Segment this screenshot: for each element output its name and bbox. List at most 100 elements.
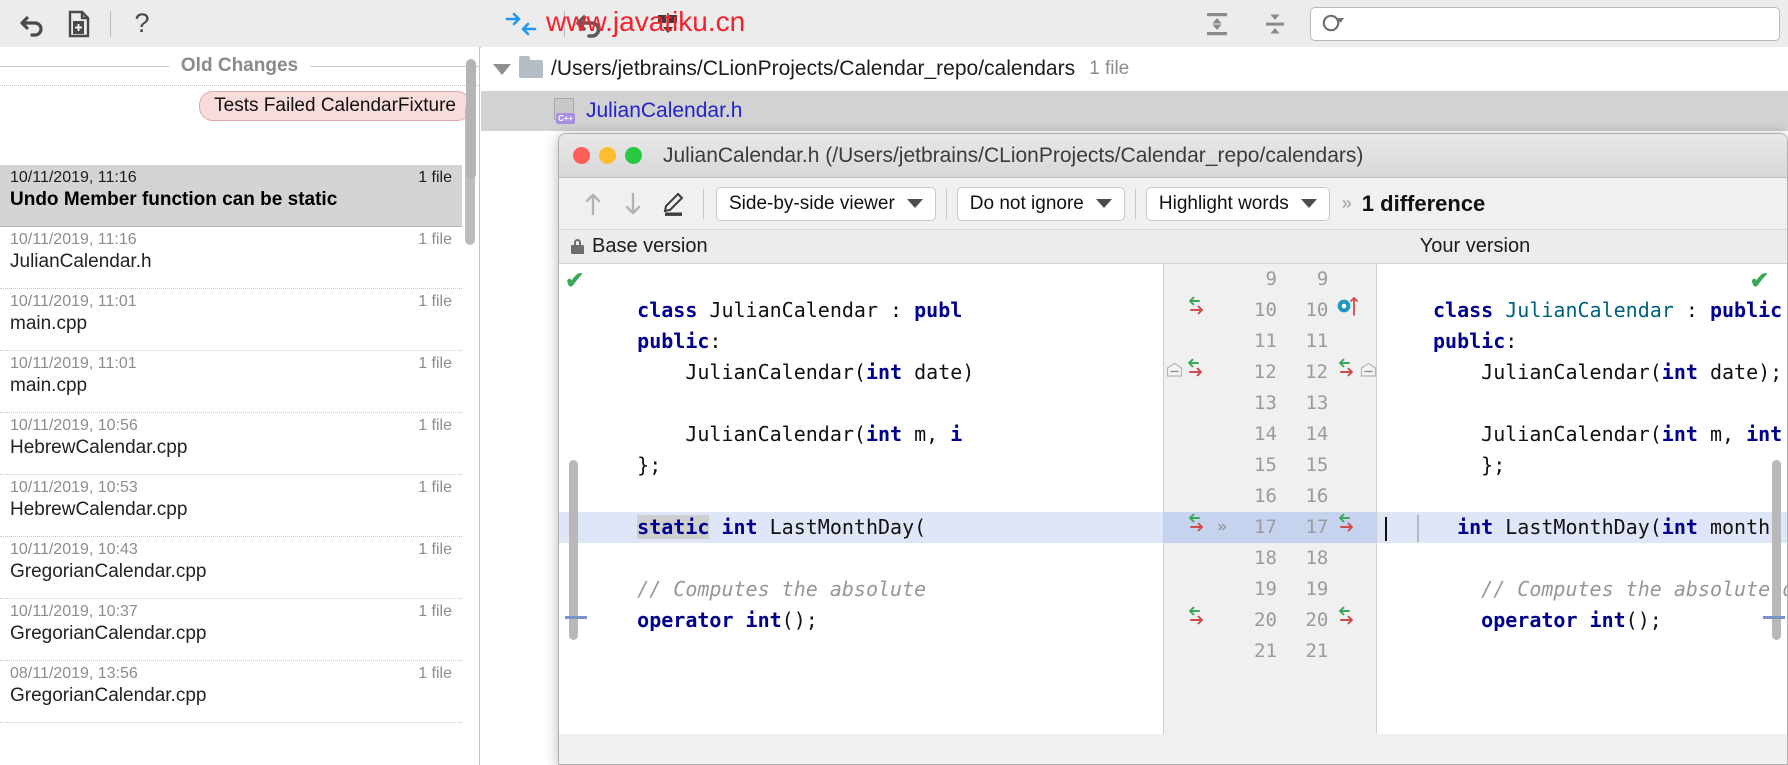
collapse-all-icon[interactable] bbox=[1252, 4, 1298, 44]
list-item[interactable]: 10/11/2019, 11:161 fileUndo Member funct… bbox=[0, 165, 462, 227]
zoom-button[interactable] bbox=[625, 147, 642, 164]
code-line[interactable]: JulianCalendar(int m, int d, bbox=[1377, 419, 1787, 450]
code-line[interactable] bbox=[559, 388, 1163, 419]
ignore-mode-select[interactable]: Do not ignore bbox=[957, 187, 1125, 221]
code-line[interactable]: class JulianCalendar : public Ca bbox=[1377, 295, 1787, 326]
revert-change-arrows-icon[interactable] bbox=[1336, 512, 1358, 544]
minimize-button[interactable] bbox=[599, 147, 616, 164]
undo-arrow-icon[interactable] bbox=[10, 4, 56, 44]
code-line[interactable] bbox=[1377, 481, 1787, 512]
gutter-right-markers[interactable] bbox=[1332, 294, 1376, 328]
list-item[interactable]: 10/11/2019, 10:531 fileHebrewCalendar.cp… bbox=[0, 475, 462, 537]
gutter-row[interactable]: »1717 bbox=[1164, 512, 1376, 543]
gutter-row[interactable]: 99 bbox=[1164, 264, 1376, 295]
code-line[interactable] bbox=[559, 543, 1163, 574]
changes-list[interactable]: 10/11/2019, 11:161 fileUndo Member funct… bbox=[0, 165, 462, 723]
gutter-left-markers[interactable] bbox=[1164, 295, 1210, 327]
arrow-down-icon[interactable] bbox=[613, 187, 653, 221]
gutter-row[interactable]: 1212 bbox=[1164, 357, 1376, 388]
gutter-right-markers[interactable] bbox=[1332, 512, 1376, 544]
help-icon[interactable]: ? bbox=[119, 4, 165, 44]
list-item[interactable]: 10/11/2019, 11:161 fileJulianCalendar.h bbox=[0, 227, 462, 289]
pencil-icon[interactable] bbox=[653, 187, 693, 221]
code-line[interactable] bbox=[559, 636, 1163, 667]
base-pane-scrollbar[interactable] bbox=[569, 460, 578, 640]
gutter-left-markers[interactable] bbox=[1164, 512, 1210, 544]
right-scrollbar-thumb[interactable] bbox=[466, 59, 476, 179]
chevron-double-right-icon[interactable]: » bbox=[1342, 193, 1350, 214]
gutter-left-markers[interactable] bbox=[1164, 605, 1210, 637]
code-line[interactable]: int LastMonthDay(int month, bbox=[1377, 512, 1787, 543]
fold-icon[interactable] bbox=[1166, 357, 1183, 388]
code-line[interactable]: // Computes the absolute dat bbox=[1377, 574, 1787, 605]
diff-gutter[interactable]: 991010111112121313141415151616»171718181… bbox=[1163, 264, 1377, 734]
gutter-row[interactable]: 1111 bbox=[1164, 326, 1376, 357]
viewer-mode-select[interactable]: Side-by-side viewer bbox=[716, 187, 936, 221]
code-line[interactable] bbox=[559, 264, 1163, 295]
file-row[interactable]: C++ JulianCalendar.h bbox=[481, 91, 1788, 131]
base-version-pane[interactable]: ✔ class JulianCalendar : publ public: Ju… bbox=[559, 264, 1163, 734]
triangle-down-icon[interactable] bbox=[493, 64, 511, 75]
gutter-row[interactable]: 1919 bbox=[1164, 574, 1376, 605]
gutter-row[interactable]: 1010 bbox=[1164, 295, 1376, 326]
code-line[interactable]: JulianCalendar(int date) bbox=[559, 357, 1163, 388]
gutter-left-markers[interactable] bbox=[1164, 357, 1209, 389]
code-line[interactable]: static int LastMonthDay( bbox=[559, 512, 1163, 543]
split-icon[interactable] bbox=[645, 4, 691, 44]
breakpoint-icon[interactable] bbox=[1336, 294, 1362, 328]
file-diff-icon[interactable] bbox=[56, 4, 102, 44]
code-line[interactable]: public: bbox=[559, 326, 1163, 357]
gutter-row[interactable]: 1414 bbox=[1164, 419, 1376, 450]
your-pane-scrollbar[interactable] bbox=[1772, 460, 1781, 640]
code-line[interactable] bbox=[1377, 543, 1787, 574]
revert-change-arrows-icon[interactable] bbox=[1336, 605, 1358, 637]
code-line[interactable]: operator int(); bbox=[1377, 605, 1787, 636]
gutter-right-markers[interactable] bbox=[1332, 605, 1376, 637]
gutter-row[interactable]: 1313 bbox=[1164, 388, 1376, 419]
code-line[interactable] bbox=[1377, 264, 1787, 295]
list-item-time: 10/11/2019, 11:01 bbox=[10, 355, 137, 373]
gutter-row[interactable]: 1818 bbox=[1164, 543, 1376, 574]
status-badge[interactable]: Tests Failed CalendarFixture bbox=[199, 91, 471, 121]
gutter-row[interactable]: 2020 bbox=[1164, 605, 1376, 636]
apply-change-arrows-icon[interactable] bbox=[1186, 605, 1208, 637]
code-line[interactable]: JulianCalendar(int m, i bbox=[559, 419, 1163, 450]
list-item[interactable]: 10/11/2019, 11:011 filemain.cpp bbox=[0, 289, 462, 351]
collapse-selection-icon[interactable] bbox=[498, 4, 544, 44]
code-line[interactable] bbox=[1377, 636, 1787, 667]
your-version-pane[interactable]: class JulianCalendar : public Capublic: … bbox=[1377, 264, 1787, 734]
apply-change-arrows-icon[interactable] bbox=[1185, 357, 1207, 389]
dialog-titlebar[interactable]: JulianCalendar.h (/Users/jetbrains/CLion… bbox=[559, 134, 1787, 178]
code-line[interactable]: // Computes the absolute bbox=[559, 574, 1163, 605]
arrow-up-icon[interactable] bbox=[573, 187, 613, 221]
gutter-right-markers[interactable] bbox=[1332, 357, 1376, 389]
search-input[interactable] bbox=[1310, 7, 1780, 41]
close-button[interactable] bbox=[573, 147, 590, 164]
code-line[interactable] bbox=[559, 481, 1163, 512]
expand-all-icon[interactable] bbox=[1194, 4, 1240, 44]
revert-change-arrows-icon[interactable] bbox=[1336, 357, 1358, 389]
list-item[interactable]: 10/11/2019, 10:371 fileGregorianCalendar… bbox=[0, 599, 462, 661]
code-line[interactable]: operator int(); bbox=[559, 605, 1163, 636]
apply-change-arrows-icon[interactable] bbox=[1186, 512, 1208, 544]
list-item[interactable]: 10/11/2019, 10:561 fileHebrewCalendar.cp… bbox=[0, 413, 462, 475]
code-line[interactable]: }; bbox=[559, 450, 1163, 481]
gutter-row[interactable]: 2121 bbox=[1164, 636, 1376, 667]
list-item[interactable]: 08/11/2019, 13:561 fileGregorianCalendar… bbox=[0, 661, 462, 723]
code-line[interactable]: JulianCalendar(int date); bbox=[1377, 357, 1787, 388]
code-line[interactable] bbox=[1377, 388, 1787, 419]
code-line[interactable]: public: bbox=[1377, 326, 1787, 357]
gutter-row[interactable]: 1616 bbox=[1164, 481, 1376, 512]
list-item[interactable]: 10/11/2019, 10:431 fileGregorianCalendar… bbox=[0, 537, 462, 599]
fold-icon[interactable] bbox=[1360, 357, 1377, 388]
back-arrow-icon[interactable] bbox=[567, 4, 613, 44]
chevron-double-right-icon[interactable]: » bbox=[1210, 512, 1232, 543]
code-line[interactable]: class JulianCalendar : publ bbox=[559, 295, 1163, 326]
gutter-row[interactable]: 1515 bbox=[1164, 450, 1376, 481]
folder-row[interactable]: /Users/jetbrains/CLionProjects/Calendar_… bbox=[481, 47, 1788, 91]
code-token: int bbox=[866, 360, 902, 384]
highlight-mode-select[interactable]: Highlight words bbox=[1146, 187, 1330, 221]
list-item[interactable]: 10/11/2019, 11:011 filemain.cpp bbox=[0, 351, 462, 413]
code-line[interactable]: }; bbox=[1377, 450, 1787, 481]
apply-change-arrows-icon[interactable] bbox=[1186, 295, 1208, 327]
